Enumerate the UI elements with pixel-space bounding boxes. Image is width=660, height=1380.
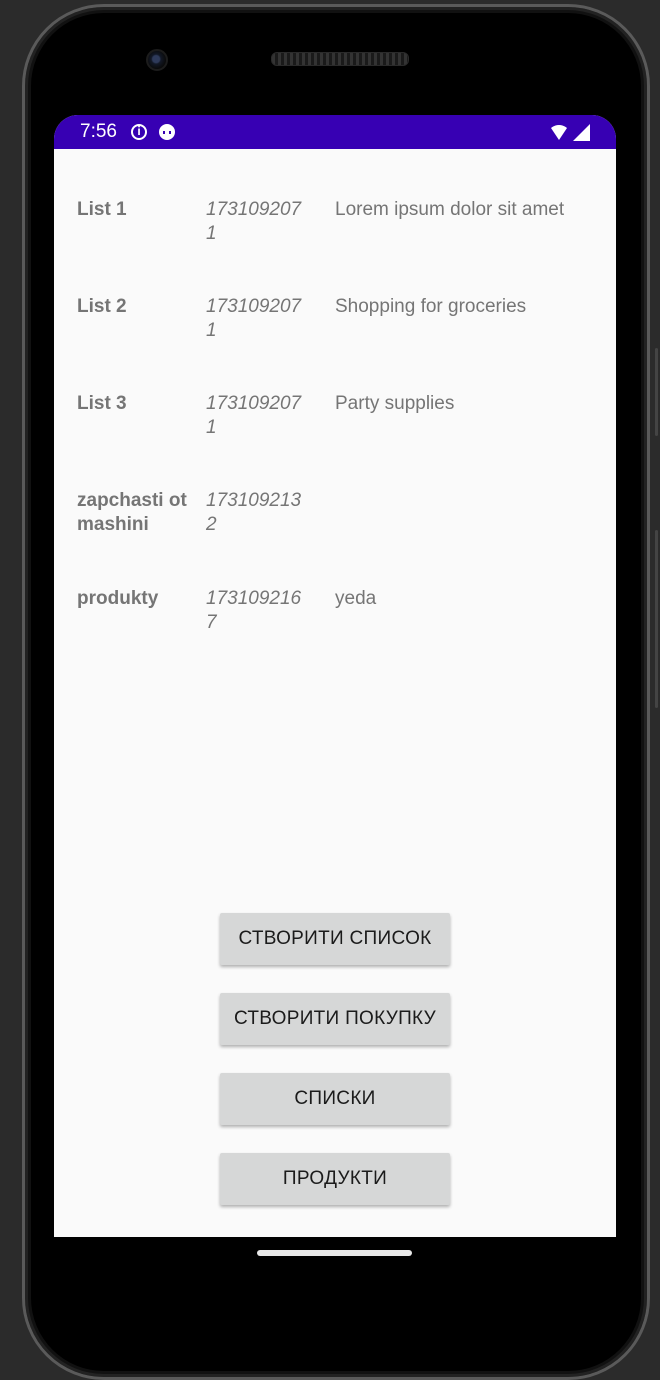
wifi-icon <box>549 124 569 140</box>
android-bot-icon <box>158 124 175 140</box>
list-date: 1731092167 <box>206 588 302 633</box>
list-date: 1731092071 <box>206 296 302 341</box>
list-date: 1731092132 <box>206 490 302 535</box>
list-name: List 2 <box>77 296 127 317</box>
create-purchase-button[interactable]: СТВОРИТИ ПОКУПКУ <box>220 993 450 1045</box>
products-button[interactable]: ПРОДУКТИ <box>220 1153 450 1205</box>
front-camera <box>146 49 168 71</box>
list-date: 1731092071 <box>206 199 302 244</box>
list-name: zapchasti ot mashini <box>77 490 187 535</box>
create-list-button[interactable]: СТВОРИТИ СПИСОК <box>220 913 450 965</box>
status-bar: 7:56 <box>54 115 616 149</box>
app-screen: 7:56 List 1 1731092071 Lorem ipsum dolor… <box>54 115 616 1237</box>
list-name: produkty <box>77 588 159 609</box>
signal-icon <box>573 123 590 141</box>
lists-button[interactable]: СПИСКИ <box>220 1073 450 1125</box>
list-date: 1731092071 <box>206 393 302 438</box>
list-description: Party supplies <box>335 393 455 414</box>
list-description: yeda <box>335 588 377 609</box>
status-time: 7:56 <box>80 121 117 142</box>
list-name: List 3 <box>77 393 127 414</box>
list-description: Lorem ipsum dolor sit amet <box>335 199 565 220</box>
info-icon <box>130 124 147 140</box>
volume-rocker <box>655 348 658 436</box>
power-button <box>655 530 658 708</box>
home-gesture-bar[interactable] <box>257 1250 412 1256</box>
list-description: Shopping for groceries <box>335 296 527 317</box>
list-name: List 1 <box>77 199 127 220</box>
earpiece-speaker <box>271 52 409 66</box>
